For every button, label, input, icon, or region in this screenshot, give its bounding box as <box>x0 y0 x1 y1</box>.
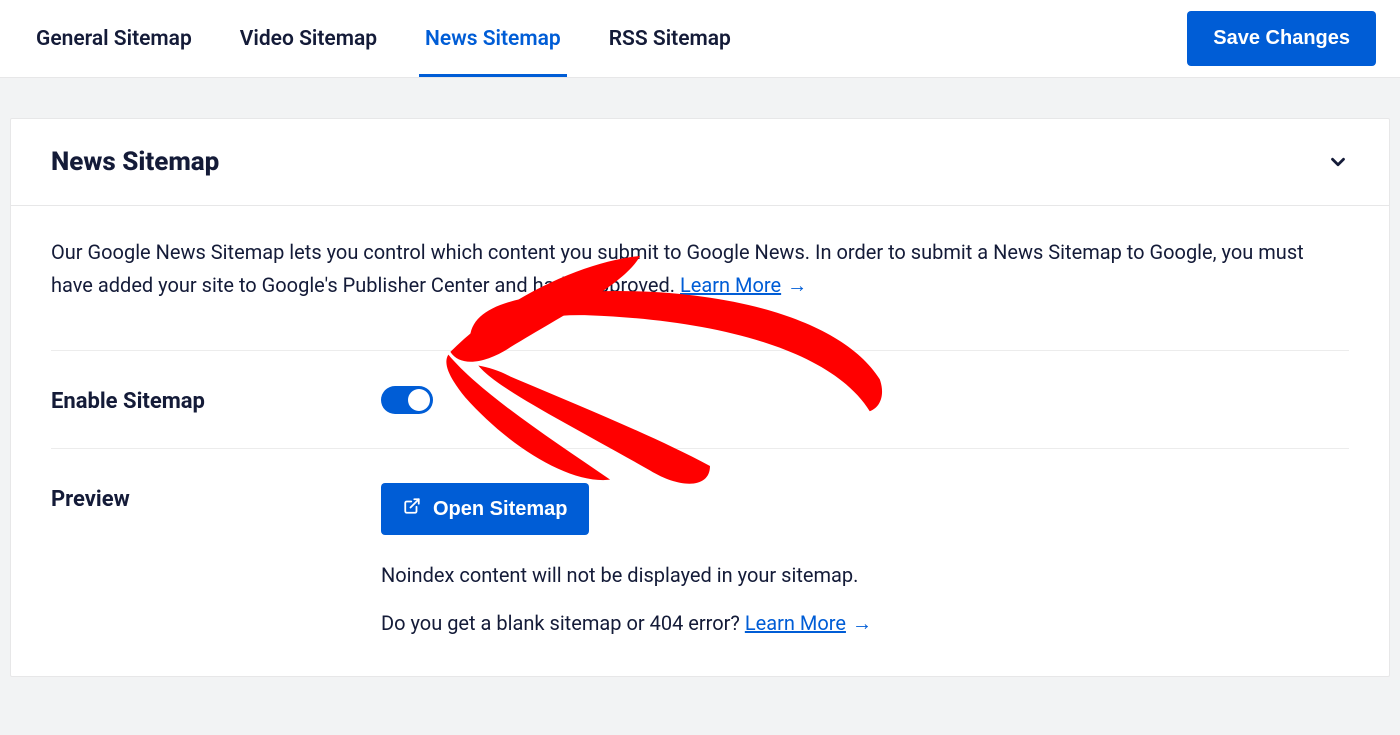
preview-label: Preview <box>51 483 381 512</box>
arrow-right-icon: → <box>787 269 807 302</box>
tab-video-sitemap[interactable]: Video Sitemap <box>216 0 401 77</box>
enable-sitemap-label: Enable Sitemap <box>51 385 381 414</box>
chevron-down-icon <box>1327 151 1349 173</box>
toggle-knob <box>408 389 430 411</box>
open-sitemap-button-label: Open Sitemap <box>433 498 567 521</box>
arrow-right-icon: → <box>852 611 872 636</box>
tab-label: General Sitemap <box>36 27 192 51</box>
enable-sitemap-toggle[interactable] <box>381 386 433 414</box>
tab-rss-sitemap[interactable]: RSS Sitemap <box>585 0 755 77</box>
collapse-toggle[interactable] <box>1327 151 1349 173</box>
card-header: News Sitemap <box>11 119 1389 206</box>
preview-hint-blank: Do you get a blank sitemap or 404 error?… <box>381 611 1349 636</box>
open-sitemap-button[interactable]: Open Sitemap <box>381 483 589 535</box>
tab-general-sitemap[interactable]: General Sitemap <box>12 0 216 77</box>
tab-bar: General Sitemap Video Sitemap News Sitem… <box>0 0 1400 78</box>
save-changes-button[interactable]: Save Changes <box>1187 11 1376 66</box>
tab-label: Video Sitemap <box>240 27 377 51</box>
learn-more-link[interactable]: Learn More <box>680 273 781 297</box>
preview-hint-blank-text: Do you get a blank sitemap or 404 error? <box>381 611 745 635</box>
news-sitemap-card: News Sitemap Our Google News Sitemap let… <box>10 118 1390 677</box>
enable-sitemap-row: Enable Sitemap <box>51 351 1349 449</box>
tab-news-sitemap[interactable]: News Sitemap <box>401 0 585 77</box>
tab-label: RSS Sitemap <box>609 27 731 51</box>
external-link-icon <box>403 497 433 521</box>
preview-row: Preview Open Sitemap Noindex content wil… <box>51 449 1349 636</box>
preview-hint-noindex: Noindex content will not be displayed in… <box>381 563 1349 587</box>
card-description-text: Our Google News Sitemap lets you control… <box>51 240 1304 297</box>
tab-label: News Sitemap <box>425 27 561 51</box>
card-description: Our Google News Sitemap lets you control… <box>51 236 1349 351</box>
card-title: News Sitemap <box>51 147 219 177</box>
learn-more-link-2[interactable]: Learn More <box>745 611 846 635</box>
